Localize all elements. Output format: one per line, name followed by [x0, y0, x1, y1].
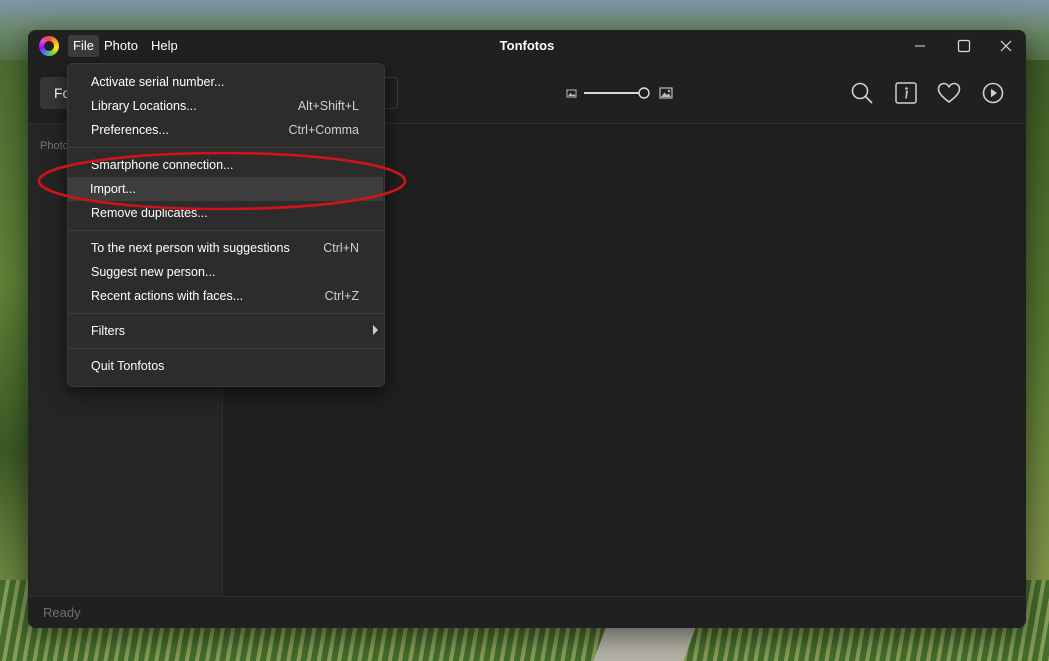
- menu-item-filters[interactable]: Filters: [68, 319, 384, 343]
- menu-separator: [68, 230, 384, 231]
- small-image-icon[interactable]: [566, 88, 578, 100]
- close-button[interactable]: [984, 30, 1026, 62]
- minimize-icon: [915, 45, 925, 47]
- menu-item-suggest-new-person[interactable]: Suggest new person...: [68, 260, 384, 284]
- wallpaper-left: [0, 60, 28, 620]
- status-text: Ready: [43, 605, 81, 620]
- large-image-icon[interactable]: [659, 86, 673, 100]
- window-title: Tonfotos: [499, 38, 555, 53]
- menu-item-quit[interactable]: Quit Tonfotos: [68, 354, 384, 378]
- menu-separator: [68, 313, 384, 314]
- wallpaper-road: [593, 625, 697, 661]
- menu-item-smartphone-connection[interactable]: Smartphone connection...: [68, 153, 384, 177]
- wallpaper-right: [1026, 60, 1049, 620]
- minimize-button[interactable]: [898, 30, 942, 62]
- maximize-icon: [957, 39, 971, 53]
- title-bar: File Photo Help Tonfotos: [28, 30, 1026, 62]
- menu-item-next-person[interactable]: To the next person with suggestions Ctrl…: [68, 236, 384, 260]
- close-icon: [1000, 40, 1012, 52]
- menu-separator: [68, 147, 384, 148]
- heart-icon[interactable]: [937, 82, 961, 104]
- sidebar-section-label: Photo: [40, 140, 69, 152]
- play-icon[interactable]: [982, 82, 1004, 104]
- maximize-button[interactable]: [942, 30, 986, 62]
- menu-separator: [68, 348, 384, 349]
- menu-item-activate-serial[interactable]: Activate serial number...: [68, 70, 384, 94]
- submenu-arrow-icon: [373, 325, 378, 335]
- info-icon[interactable]: [895, 82, 917, 104]
- menu-item-remove-duplicates[interactable]: Remove duplicates...: [68, 201, 384, 225]
- menu-item-import[interactable]: Import...: [67, 177, 383, 201]
- menu-item-library-locations[interactable]: Library Locations... Alt+Shift+L: [68, 94, 384, 118]
- thumbnail-size-slider[interactable]: [583, 86, 653, 100]
- menu-item-preferences[interactable]: Preferences... Ctrl+Comma: [68, 118, 384, 142]
- file-menu-dropdown: Activate serial number... Library Locati…: [67, 63, 385, 387]
- search-icon[interactable]: [850, 81, 874, 105]
- menu-item-recent-face-actions[interactable]: Recent actions with faces... Ctrl+Z: [68, 284, 384, 308]
- wallpaper-sky: [0, 0, 1049, 30]
- status-bar: Ready: [28, 596, 1026, 628]
